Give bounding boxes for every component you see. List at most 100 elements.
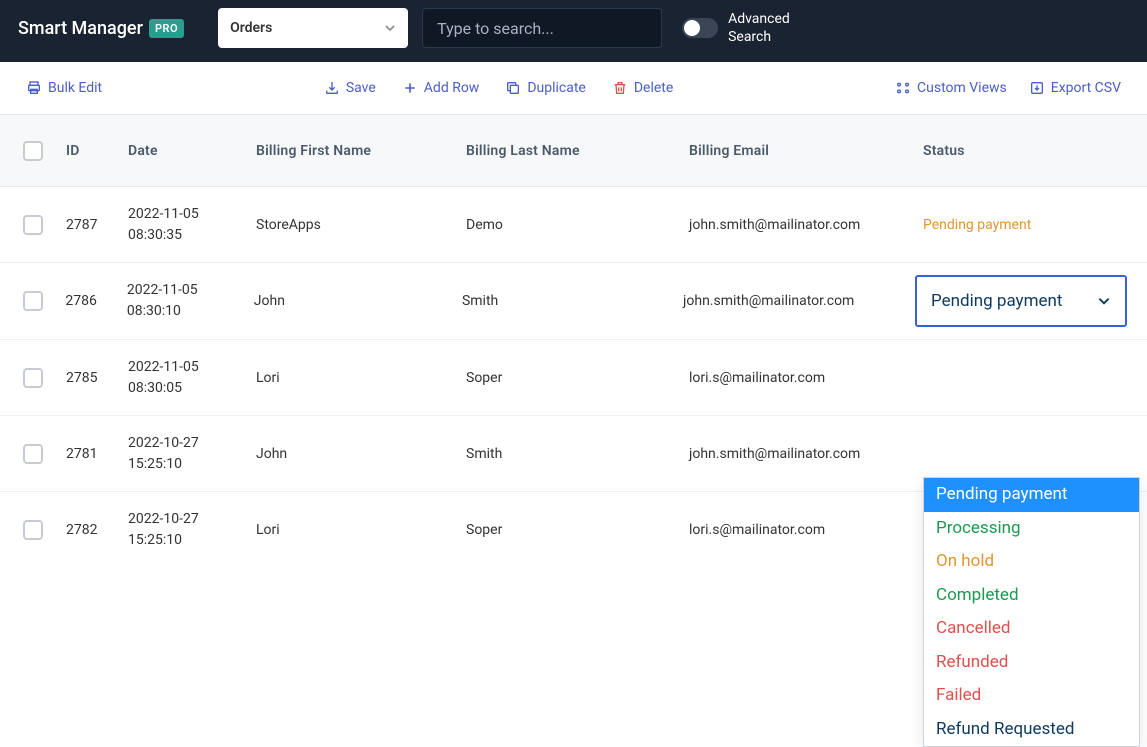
cell-date[interactable]: 2022-11-05 08:30:05 (128, 357, 256, 399)
add-row-label: Add Row (424, 80, 480, 96)
advanced-search-label-2: Search (728, 28, 790, 46)
printer-icon (26, 80, 42, 96)
bulk-edit-button[interactable]: Bulk Edit (24, 76, 104, 100)
status-option-cancelled[interactable]: Cancelled (924, 612, 1139, 646)
status-option-refund-requested[interactable]: Refund Requested (924, 713, 1139, 747)
chevron-down-icon (1097, 294, 1111, 308)
search-placeholder: Type to search... (437, 19, 554, 38)
row-checkbox[interactable] (23, 520, 43, 540)
cell-date-time: 08:30:05 (128, 378, 256, 399)
cell-fname[interactable]: Lori (256, 370, 466, 386)
col-header-lname[interactable]: Billing Last Name (466, 143, 689, 159)
cell-id[interactable]: 2786 (65, 293, 126, 309)
sliders-icon (895, 80, 911, 96)
row-checkbox[interactable] (23, 444, 43, 464)
brand-name: Smart Manager (18, 18, 143, 39)
entity-selected-label: Orders (230, 20, 272, 36)
cell-email[interactable]: lori.s@mailinator.com (689, 370, 923, 386)
cell-lname[interactable]: Demo (466, 217, 689, 233)
status-option-failed[interactable]: Failed (924, 679, 1139, 713)
pro-badge: PRO (149, 19, 184, 38)
copy-icon (505, 80, 521, 96)
cell-fname[interactable]: John (254, 293, 462, 309)
status-dropdown-list: Pending payment Processing On hold Compl… (923, 477, 1140, 747)
cell-status[interactable]: Pending payment (923, 217, 1147, 233)
cell-email[interactable]: john.smith@mailinator.com (683, 293, 915, 309)
plus-icon (402, 80, 418, 96)
status-option-pending[interactable]: Pending payment (924, 478, 1139, 512)
duplicate-button[interactable]: Duplicate (503, 76, 588, 100)
table-row: 2785 2022-11-05 08:30:05 Lori Soper lori… (0, 340, 1147, 416)
cell-status-editing: Pending payment (915, 275, 1147, 327)
cell-date-time: 08:30:10 (127, 301, 254, 322)
row-checkbox[interactable] (23, 368, 43, 388)
table-row: 2787 2022-11-05 08:30:35 StoreApps Demo … (0, 187, 1147, 263)
col-header-fname[interactable]: Billing First Name (256, 143, 466, 159)
cell-date-day: 2022-11-05 (127, 280, 254, 301)
cell-fname[interactable]: Lori (256, 522, 466, 538)
brand: Smart Manager PRO (18, 18, 184, 39)
status-select-value: Pending payment (931, 291, 1062, 311)
advanced-search-label: Advanced Search (728, 10, 790, 46)
cell-date[interactable]: 2022-11-05 08:30:35 (128, 204, 256, 246)
advanced-search: Advanced Search (682, 10, 790, 46)
cell-email[interactable]: john.smith@mailinator.com (689, 217, 923, 233)
cell-id[interactable]: 2782 (66, 522, 128, 538)
cell-date[interactable]: 2022-10-27 15:25:10 (128, 433, 256, 475)
status-select[interactable]: Pending payment (915, 275, 1127, 327)
export-csv-label: Export CSV (1051, 80, 1121, 96)
cell-fname[interactable]: StoreApps (256, 217, 466, 233)
cell-id[interactable]: 2785 (66, 370, 128, 386)
cell-date-day: 2022-11-05 (128, 357, 256, 378)
cell-date-day: 2022-10-27 (128, 433, 256, 454)
caret-down-icon (384, 22, 396, 34)
cell-email[interactable]: john.smith@mailinator.com (689, 446, 923, 462)
save-icon (324, 80, 340, 96)
export-csv-button[interactable]: Export CSV (1027, 76, 1123, 100)
custom-views-label: Custom Views (917, 80, 1007, 96)
cell-lname[interactable]: Soper (466, 522, 689, 538)
cell-lname[interactable]: Smith (466, 446, 689, 462)
cell-date-time: 08:30:35 (128, 225, 256, 246)
delete-button[interactable]: Delete (610, 76, 675, 100)
cell-date[interactable]: 2022-10-27 15:25:10 (128, 509, 256, 551)
save-button[interactable]: Save (322, 76, 378, 100)
cell-lname[interactable]: Smith (462, 293, 683, 309)
status-option-onhold[interactable]: On hold (924, 545, 1139, 579)
cell-date-time: 15:25:10 (128, 454, 256, 475)
row-checkbox[interactable] (23, 215, 43, 235)
delete-label: Delete (634, 80, 673, 96)
download-icon (1029, 80, 1045, 96)
add-row-button[interactable]: Add Row (400, 76, 482, 100)
cell-date-day: 2022-10-27 (128, 509, 256, 530)
trash-icon (612, 80, 628, 96)
col-header-email[interactable]: Billing Email (689, 143, 923, 159)
bulk-edit-label: Bulk Edit (48, 80, 102, 96)
col-header-status[interactable]: Status (923, 143, 1147, 159)
select-all-checkbox[interactable] (23, 141, 43, 161)
col-header-id[interactable]: ID (66, 143, 128, 159)
top-bar: Smart Manager PRO Orders Type to search.… (0, 0, 1147, 62)
cell-id[interactable]: 2781 (66, 446, 128, 462)
save-label: Save (346, 80, 376, 96)
cell-email[interactable]: lori.s@mailinator.com (689, 522, 923, 538)
toolbar: Bulk Edit Save Add Row Duplicate Delet (0, 62, 1147, 115)
status-option-completed[interactable]: Completed (924, 579, 1139, 613)
entity-selector[interactable]: Orders (218, 8, 408, 48)
table-header: ID Date Billing First Name Billing Last … (0, 115, 1147, 187)
advanced-search-toggle[interactable] (682, 18, 718, 38)
cell-lname[interactable]: Soper (466, 370, 689, 386)
status-option-refunded[interactable]: Refunded (924, 646, 1139, 680)
search-input[interactable]: Type to search... (422, 8, 662, 48)
custom-views-button[interactable]: Custom Views (893, 76, 1009, 100)
row-checkbox[interactable] (23, 291, 43, 311)
advanced-search-label-1: Advanced (728, 10, 790, 28)
orders-table: ID Date Billing First Name Billing Last … (0, 115, 1147, 568)
duplicate-label: Duplicate (527, 80, 586, 96)
cell-id[interactable]: 2787 (66, 217, 128, 233)
cell-fname[interactable]: John (256, 446, 466, 462)
col-header-date[interactable]: Date (128, 143, 256, 159)
cell-date-day: 2022-11-05 (128, 204, 256, 225)
status-option-processing[interactable]: Processing (924, 512, 1139, 546)
cell-date[interactable]: 2022-11-05 08:30:10 (127, 280, 254, 322)
